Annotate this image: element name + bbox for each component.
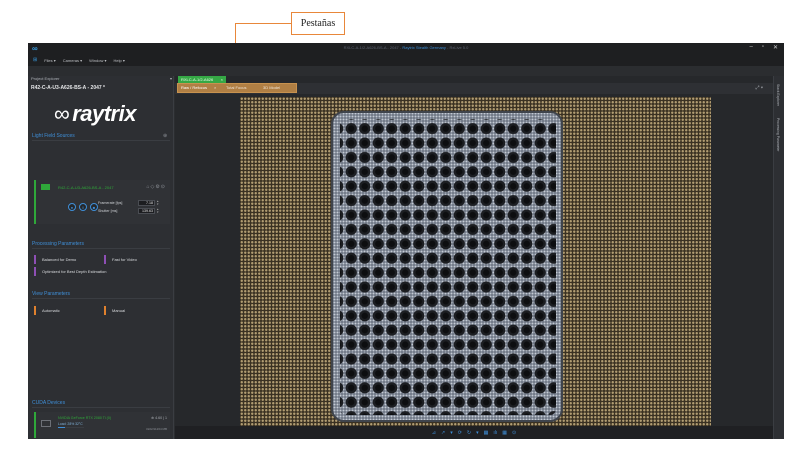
measure-tool-icon[interactable]: ⊿ bbox=[432, 430, 436, 436]
window-title: RXLC-A-1/2-A626-BS-A - 2047 - Raytrix St… bbox=[343, 45, 469, 50]
project-name: R42-C-A-U3-A626-BS-A - 2047 * bbox=[31, 85, 106, 91]
view-manual[interactable]: Manual bbox=[104, 306, 170, 315]
preset-fast-for-video[interactable]: Fast for Video bbox=[104, 255, 170, 264]
framerate-input[interactable]: 7.18 bbox=[138, 200, 155, 206]
divider bbox=[32, 140, 170, 141]
shutter-input[interactable]: 139.63 bbox=[138, 208, 155, 214]
tab-stack-explorer[interactable]: Stack Explorer bbox=[776, 84, 780, 106]
pin-icon[interactable]: ▾ bbox=[170, 76, 172, 81]
divider bbox=[32, 407, 170, 408]
cuda-load-fill bbox=[58, 427, 66, 428]
dropdown-icon-2[interactable]: ▾ bbox=[476, 430, 479, 436]
cuda-clock: ⊕ 4.60 | 1 bbox=[151, 416, 167, 420]
camera-action-icons[interactable]: ⌂◇⚙⊙ bbox=[146, 184, 166, 190]
view-automatic[interactable]: Automatic bbox=[34, 306, 100, 315]
cuda-load-text: Load: 28% 32°C bbox=[58, 422, 83, 426]
raytrix-app-window: ∞ RXLC-A-1/2-A626-BS-A - 2047 - Raytrix … bbox=[28, 43, 784, 439]
callout-label: Pestañas bbox=[291, 12, 345, 35]
preset-best-depth[interactable]: Optimized for Best Depth Estimation bbox=[34, 267, 170, 276]
framerate-spinner-icon[interactable]: ▴ ▾ bbox=[157, 200, 159, 206]
window-controls: – ▫ ✕ bbox=[749, 44, 778, 51]
close-window-button[interactable]: ✕ bbox=[773, 44, 778, 51]
cuda-device-name: NVIDIA GeForce RTX 2080 Ti (0) bbox=[58, 416, 112, 420]
cuda-memory: 3222/11264 MB bbox=[146, 427, 167, 431]
tab-total-focus[interactable]: Total Focus bbox=[226, 85, 246, 90]
divider bbox=[32, 298, 170, 299]
tab-3d-model[interactable]: 3D Model bbox=[263, 85, 280, 90]
expand-icon[interactable]: ⤢ ▾ bbox=[756, 85, 764, 91]
view-toolbar: ⊿ ↗ ▾ ⟳ ↻ ▾ ▦ ılı ▦ ⊙ bbox=[175, 426, 773, 439]
add-source-icon[interactable]: ⊕ bbox=[163, 133, 167, 139]
pause-button[interactable]: ‖ bbox=[79, 203, 87, 211]
document-tab[interactable]: RXLC-A-1/2-A626 × bbox=[178, 76, 226, 83]
framerate-label: Framerate [fps] bbox=[98, 201, 123, 205]
view-tabs-bar: Raw / Refocus × Total Focus 3D Model bbox=[175, 83, 773, 94]
title-bar: ∞ RXLC-A-1/2-A626-BS-A - 2047 - Raytrix … bbox=[28, 43, 784, 54]
right-dock: Stack Explorer Processing Parameter bbox=[773, 76, 784, 439]
rotate-left-icon[interactable]: ⟳ bbox=[458, 430, 462, 436]
processing-parameters-heading: Processing Parameters bbox=[32, 241, 84, 247]
record-button[interactable]: ● bbox=[68, 203, 76, 211]
project-explorer-panel: Project Explorer ▾ R42-C-A-U3-A626-BS-A -… bbox=[28, 76, 174, 439]
pointer-tool-icon[interactable]: ↗ bbox=[441, 430, 445, 436]
shutter-label: Shutter [ms] bbox=[98, 209, 118, 213]
camera-name: R42-C-A-U3-A626-BS-A - 2047 bbox=[58, 185, 114, 190]
menu-window[interactable]: Window ▾ bbox=[89, 58, 106, 63]
callout-connector bbox=[235, 23, 291, 24]
cuda-device-card[interactable]: NVIDIA GeForce RTX 2080 Ti (0) Load: 28%… bbox=[34, 412, 170, 438]
raytrix-logo: ∞ raytrix bbox=[54, 101, 136, 126]
menu-bar: ⊞ Files ▾ Cameras ▾ Window ▾ Help ▾ bbox=[28, 54, 784, 66]
cuda-devices-heading: CUDA Devices bbox=[32, 400, 66, 406]
minimize-button[interactable]: – bbox=[749, 44, 752, 51]
plate-holes bbox=[340, 119, 556, 415]
close-tab-icon[interactable]: × bbox=[221, 77, 223, 82]
home-icon[interactable]: ⊞ bbox=[33, 57, 37, 63]
grid-icon[interactable]: ▦ bbox=[502, 430, 507, 436]
histogram-icon[interactable]: ılı bbox=[493, 430, 497, 436]
rotate-right-icon[interactable]: ↻ bbox=[467, 430, 471, 436]
close-subtab-icon[interactable]: × bbox=[214, 85, 216, 90]
maximize-button[interactable]: ▫ bbox=[762, 44, 764, 51]
gpu-icon bbox=[41, 420, 51, 427]
menu-files[interactable]: Files ▾ bbox=[44, 58, 56, 63]
camera-icon bbox=[41, 184, 50, 190]
stop-button[interactable]: ■ bbox=[90, 203, 98, 211]
menu-help[interactable]: Help ▾ bbox=[114, 58, 125, 63]
tab-processing-parameter[interactable]: Processing Parameter bbox=[776, 118, 780, 152]
light-field-image bbox=[240, 97, 711, 426]
camera-source-card[interactable]: R42-C-A-U3-A626-BS-A - 2047 ⌂◇⚙⊙ ● ‖ ■ F… bbox=[34, 180, 170, 224]
main-view-area: RXLC-A-1/2-A626 × Raw / Refocus × Total F… bbox=[175, 76, 773, 439]
light-field-sources-heading: Light Field Sources bbox=[32, 133, 75, 139]
preset-balanced-for-demo[interactable]: Balanced for Demo bbox=[34, 255, 100, 264]
dropdown-icon[interactable]: ▾ bbox=[450, 430, 453, 436]
cuda-load-bar bbox=[58, 427, 84, 428]
tab-raw-refocus[interactable]: Raw / Refocus bbox=[181, 85, 207, 90]
shutter-spinner-icon[interactable]: ▴ ▾ bbox=[157, 208, 159, 214]
menu-cameras[interactable]: Cameras ▾ bbox=[63, 58, 82, 63]
image-viewport[interactable] bbox=[240, 97, 711, 426]
image-icon[interactable]: ▦ bbox=[484, 430, 489, 436]
settings-icon[interactable]: ⊙ bbox=[512, 430, 516, 436]
divider bbox=[32, 248, 170, 249]
view-parameters-heading: View Parameters bbox=[32, 291, 70, 297]
project-explorer-header: Project Explorer ▾ bbox=[31, 76, 172, 81]
